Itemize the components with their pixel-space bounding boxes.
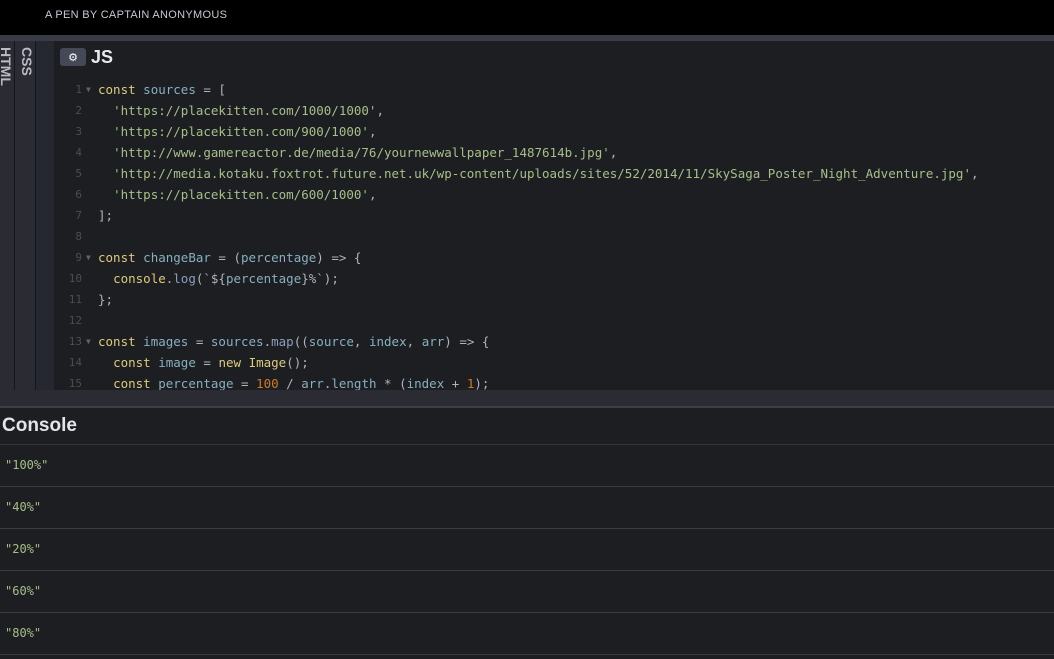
line-number: 8	[75, 230, 82, 243]
line-number: 7	[75, 209, 82, 222]
js-code-editor[interactable]: 1 ▼ const sources = [ 2 'https://placekitte…	[54, 74, 1054, 390]
fold-toggle-icon[interactable]: ▼	[86, 331, 91, 352]
editor-resize-bar[interactable]	[0, 390, 1054, 408]
console-entry-value: "20%"	[5, 542, 42, 556]
fold-toggle-icon[interactable]: ▼	[86, 247, 91, 268]
console-entry-value: "40%"	[5, 500, 42, 514]
console-entry: "40%"	[0, 487, 1054, 529]
header: A PEN BY CAPTAIN ANONYMOUS	[0, 0, 1054, 35]
console-entry: "80%"	[0, 613, 1054, 655]
console-title: Console	[2, 415, 77, 436]
line-number: 6	[75, 188, 82, 201]
console-entry: "20%"	[0, 529, 1054, 571]
tab-html-label: HTML	[0, 47, 14, 86]
code-text: };	[98, 292, 114, 307]
line-number: 2	[75, 104, 82, 117]
code-text: 'http://media.kotaku.foxtrot.future.net.…	[113, 166, 979, 181]
console-entry: "60%"	[0, 571, 1054, 613]
console-entry-value: "100%"	[5, 458, 49, 472]
line-number: 13	[68, 335, 82, 348]
line-number: 15	[68, 377, 82, 390]
line-number: 3	[75, 125, 82, 138]
fold-toggle-icon[interactable]: ▼	[86, 79, 91, 100]
code-text: ];	[98, 208, 114, 223]
line-number: 14	[68, 356, 82, 369]
code-text: const percentage = 100 / arr.length * (i…	[113, 376, 490, 390]
codepen-logo-icon[interactable]	[12, 0, 32, 6]
console-entry: "100%"	[0, 445, 1054, 487]
console-log-list: "100%" "40%" "20%" "60%" "80%"	[0, 444, 1054, 655]
line-number: 12	[68, 314, 82, 327]
code-text: 'https://placekitten.com/600/1000',	[113, 187, 377, 202]
console-entry-value: "80%"	[5, 626, 42, 640]
code-text: 'http://www.gamereactor.de/media/76/your…	[113, 145, 618, 160]
code-text: const image = new Image();	[113, 355, 309, 370]
line-number: 10	[68, 272, 82, 285]
code-text: 'https://placekitten.com/900/1000',	[113, 124, 377, 139]
tab-html-collapsed[interactable]: HTML	[0, 41, 15, 390]
tab-css-label: CSS	[19, 47, 35, 76]
gear-icon: ⚙	[68, 51, 78, 64]
tab-css-collapsed[interactable]: CSS	[15, 41, 36, 390]
line-number: 9	[75, 251, 82, 264]
console-entry-value: "60%"	[5, 584, 42, 598]
line-number: 4	[75, 146, 82, 159]
code-text: const sources = [	[98, 82, 226, 97]
pen-byline[interactable]: A PEN BY CAPTAIN ANONYMOUS	[45, 9, 227, 21]
code-text: console.log(`${percentage}%`);	[113, 271, 339, 286]
code-text: 'https://placekitten.com/1000/1000',	[113, 103, 384, 118]
line-number: 1	[75, 83, 82, 96]
editor-gutter	[36, 41, 54, 390]
js-editor-header: ⚙ JS	[54, 41, 1054, 74]
line-number: 5	[75, 167, 82, 180]
console-panel: Console "100%" "40%" "20%" "60%" "80%"	[0, 408, 1054, 659]
js-editor-title: JS	[91, 47, 114, 67]
code-text: const changeBar = (percentage) => {	[98, 250, 362, 265]
js-settings-button[interactable]: ⚙	[60, 48, 86, 66]
line-number: 11	[68, 293, 82, 306]
code-text: const images = sources.map((source, inde…	[98, 334, 490, 349]
